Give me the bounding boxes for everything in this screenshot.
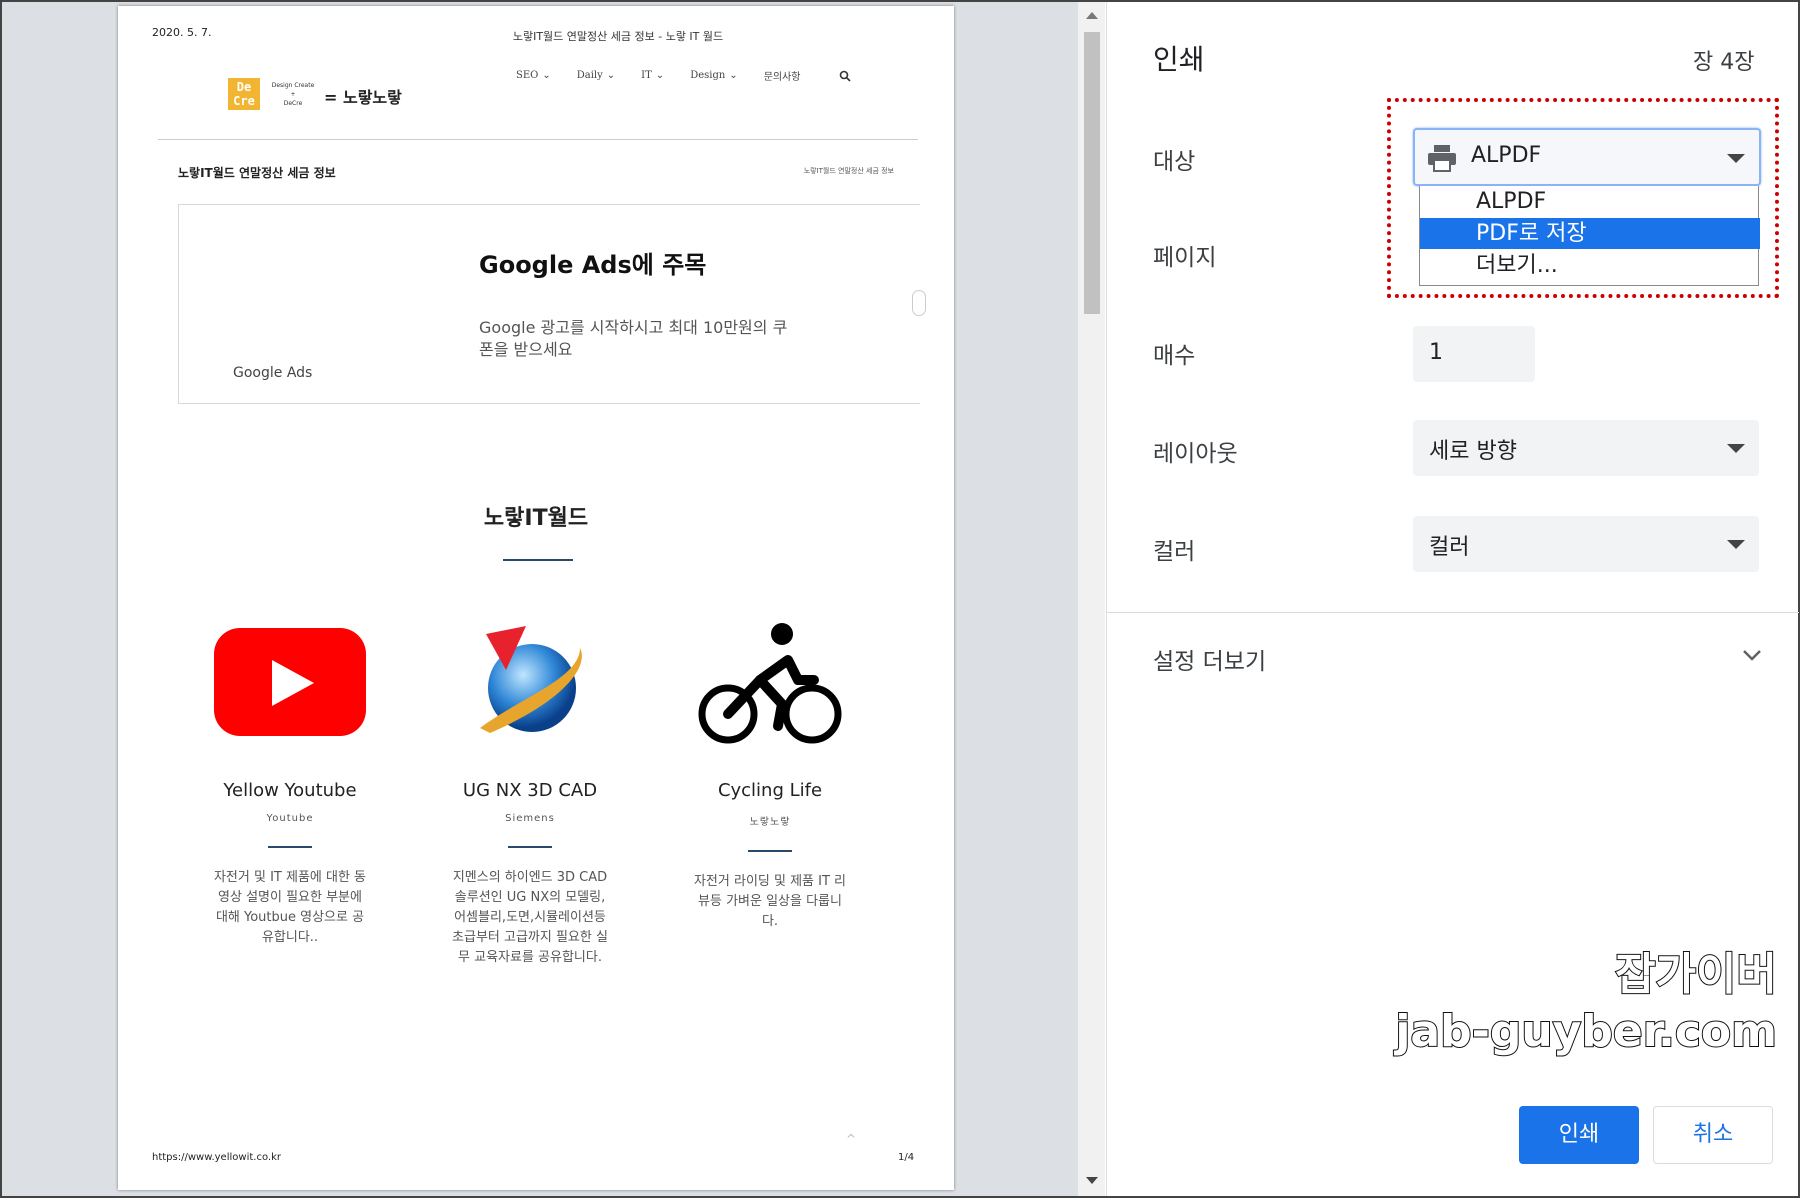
card-cycling: Cycling Life 노랗노랗 자전거 라이딩 및 제품 IT 리뷰등 가벼… (670, 618, 870, 932)
copies-label: 매수 (1153, 343, 1196, 369)
page-date: 2020. 5. 7. (152, 26, 212, 39)
logo-small-text: Design Create + DeCre (271, 82, 315, 107)
section-title: 노랗IT월드 (483, 506, 589, 531)
logo-name: = 노랗노랗 (324, 88, 402, 107)
color-value: 컬러 (1429, 535, 1470, 560)
watermark-line2: jab-guyber.com (1394, 1005, 1778, 1058)
chevron-down-icon[interactable] (1741, 644, 1763, 666)
nav-item-it: IT ⌄ (641, 70, 665, 81)
caret-down-icon (1727, 444, 1745, 453)
post-title: 노랗IT월드 연말정산 세금 정보 (178, 166, 336, 180)
destination-label: 대상 (1153, 149, 1196, 175)
card-text: 지멘스의 하이엔드 3D CAD 솔루션인 UG NX의 모델링,어셈블리,도면… (452, 870, 608, 965)
chevron-down-icon: ⌄ (542, 70, 551, 81)
logo-box: De Cre (228, 78, 260, 110)
breadcrumb: 노랗IT월드 연말정산 세금 정보 (803, 167, 894, 175)
nav-item-seo: SEO ⌄ (516, 70, 551, 81)
caret-down-icon (1727, 540, 1745, 549)
nav-item-contact: 문의사항 (763, 72, 801, 83)
preview-page: 2020. 5. 7. 노랗IT월드 연말정산 세금 정보 - 노랗 IT 월드… (118, 6, 954, 1190)
ad-headline: Google Ads에 주목 (479, 251, 707, 279)
card-text: 자전거 라이딩 및 제품 IT 리뷰등 가벼운 일상을 다룹니다. (693, 874, 847, 929)
print-settings-panel: 인쇄 장 4장 대상 페이지 매수 레이아웃 컬러 ALPDF ALPDF PD… (1106, 2, 1799, 1196)
layout-value: 세로 방향 (1429, 439, 1517, 464)
card-subtitle: 노랗노랗 (749, 817, 791, 828)
nav-item-design: Design ⌄ (690, 70, 738, 81)
panel-title: 인쇄 (1153, 43, 1205, 76)
google-ad: Google Ads에 주목 Google 광고를 시작하시고 최대 10만원의… (178, 204, 926, 404)
caret-up-icon: ^ (846, 1132, 857, 1146)
card-rule (748, 850, 792, 852)
site-nav: SEO ⌄ Daily ⌄ IT ⌄ Design ⌄ 문의사항 (516, 68, 801, 83)
youtube-icon (214, 628, 366, 736)
scrollbar-thumb[interactable] (1084, 32, 1100, 314)
card-subtitle: Siemens (505, 813, 555, 824)
nav-item-daily: Daily ⌄ (576, 70, 616, 81)
layout-label: 레이아웃 (1153, 441, 1238, 467)
card-youtube: Yellow Youtube Youtube 자전거 및 IT 제품에 대한 동… (190, 618, 390, 948)
card-subtitle: Youtube (266, 813, 314, 824)
cyclist-icon (698, 623, 842, 744)
page-divider (158, 139, 918, 140)
watermark: 잡가이버 jab-guyber.com (1317, 938, 1778, 1058)
page-url: https://www.yellowit.co.kr (152, 1152, 281, 1163)
layout-select[interactable]: 세로 방향 (1413, 420, 1759, 476)
card-title: Yellow Youtube (223, 780, 357, 801)
color-select[interactable]: 컬러 (1413, 516, 1759, 572)
print-button[interactable]: 인쇄 (1519, 1106, 1639, 1164)
ad-description: Google 광고를 시작하시고 최대 10만원의 쿠폰을 받으세요 (479, 318, 788, 359)
section-rule (503, 559, 573, 561)
highlight-box (1387, 98, 1779, 298)
scroll-down-arrow-icon[interactable] (1086, 1177, 1098, 1184)
chevron-down-icon: ⌄ (606, 70, 616, 81)
ad-edge-shape (912, 290, 926, 316)
cancel-button[interactable]: 취소 (1653, 1106, 1773, 1164)
globe-icon (480, 626, 582, 733)
color-label: 컬러 (1153, 539, 1196, 565)
pages-label: 페이지 (1153, 245, 1217, 271)
scroll-up-arrow-icon[interactable] (1086, 12, 1098, 19)
panel-divider (1107, 612, 1799, 613)
sheet-count: 장 4장 (1693, 50, 1755, 75)
more-settings-toggle[interactable]: 설정 더보기 (1153, 642, 1266, 676)
page-number: 1/4 (898, 1152, 915, 1163)
preview-scrollbar[interactable] (1077, 2, 1105, 1196)
card-rule (508, 846, 552, 848)
site-logo: De Cre Design Create + DeCre = 노랗노랗 (228, 72, 423, 116)
card-rule (268, 846, 312, 848)
chevron-down-icon: ⌄ (729, 70, 738, 81)
card-text: 자전거 및 IT 제품에 대한 동영상 설명이 필요한 부분에 대해 Youtb… (213, 870, 367, 945)
watermark-line1: 잡가이버 (1614, 948, 1778, 1001)
ad-brand: Google Ads (233, 365, 313, 381)
chevron-down-icon: ⌄ (655, 70, 665, 81)
card-title: UG NX 3D CAD (462, 780, 598, 801)
search-icon (839, 70, 851, 82)
page-header-title: 노랗IT월드 연말정산 세금 정보 - 노랗 IT 월드 (512, 30, 724, 43)
card-ugnx: UG NX 3D CAD Siemens 지멘스의 하이엔드 3D CAD 솔루… (430, 618, 630, 968)
print-preview-area: 2020. 5. 7. 노랗IT월드 연말정산 세금 정보 - 노랗 IT 월드… (2, 2, 1077, 1196)
card-title: Cycling Life (717, 780, 823, 801)
copies-input[interactable]: 1 (1413, 326, 1535, 382)
